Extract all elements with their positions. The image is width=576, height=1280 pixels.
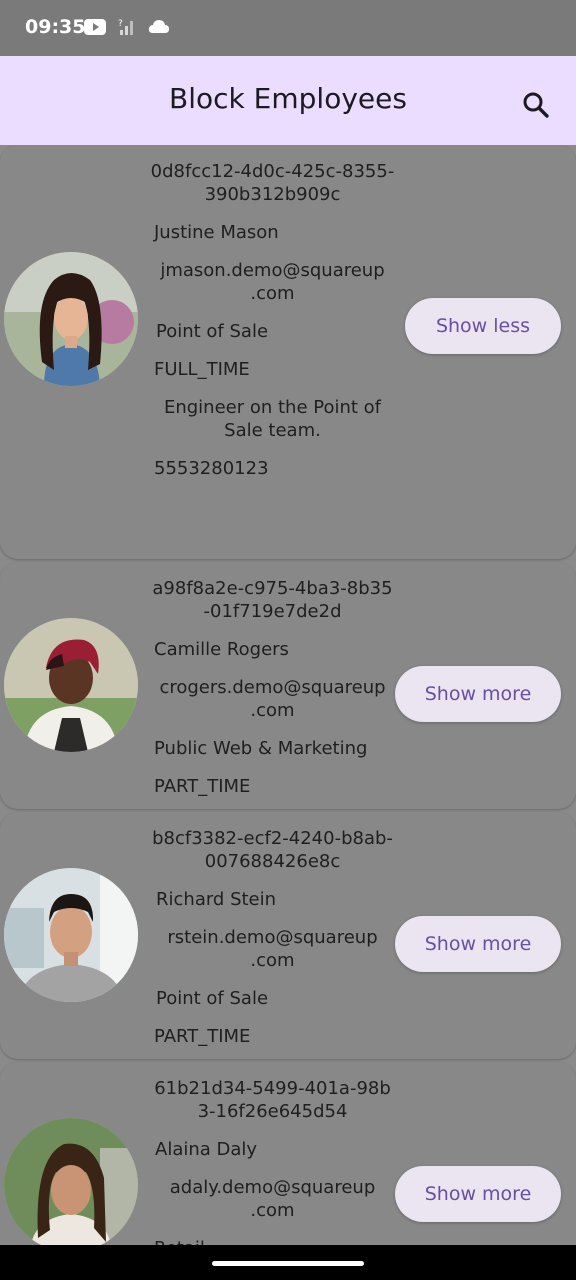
employee-email-line2: .com <box>250 950 295 971</box>
employee-id-line2: 390b312b909c <box>204 184 341 205</box>
employee-id-line1: a98f8a2e-c975-4ba3-8b35 <box>152 578 393 599</box>
status-icons: ? <box>84 18 170 36</box>
avatar <box>4 1118 138 1245</box>
employee-phone: 5553280123 <box>154 458 269 479</box>
employee-email-line2: .com <box>250 283 295 304</box>
employee-name: Justine Mason <box>154 222 279 243</box>
employee-card: a98f8a2e-c975-4ba3-8b35 -01f719e7de2d Ca… <box>0 562 576 809</box>
employee-name: Richard Stein <box>156 889 277 910</box>
show-more-button[interactable]: Show more <box>395 666 561 722</box>
employee-card: b8cf3382-ecf2-4240-b8ab- 007688426e8c Ri… <box>0 812 576 1059</box>
employee-bio-line1: Engineer on the Point of <box>163 397 382 418</box>
employee-type: FULL_TIME <box>154 359 250 380</box>
svg-text:?: ? <box>118 19 123 29</box>
employee-team: Public Web & Marketing <box>154 738 368 759</box>
youtube-icon <box>84 19 106 35</box>
employee-team: Retail <box>150 1237 395 1245</box>
employee-list: 0d8fcc12-4d0c-425c-8355- 390b312b909c Ju… <box>0 145 576 1245</box>
search-icon <box>523 92 549 118</box>
employee-name: Camille Rogers <box>154 639 289 660</box>
cloud-icon <box>148 20 169 33</box>
show-more-button[interactable]: Show more <box>395 916 561 972</box>
employee-bio-line2: Sale team. <box>224 420 321 441</box>
avatar <box>4 252 138 386</box>
employee-card: 0d8fcc12-4d0c-425c-8355- 390b312b909c Ju… <box>0 145 576 559</box>
employee-type: PART_TIME <box>154 776 251 797</box>
employee-type: PART_TIME <box>154 1026 251 1047</box>
employee-email-line1: crogers.demo@squareup <box>159 677 386 698</box>
page-title: Block Employees <box>169 82 407 115</box>
employee-info: b8cf3382-ecf2-4240-b8ab- 007688426e8c Ri… <box>150 827 395 1048</box>
employee-card: 61b21d34-5499-401a-98b 3-16f26e645d54 Al… <box>0 1062 576 1245</box>
employee-info: 0d8fcc12-4d0c-425c-8355- 390b312b909c Ju… <box>150 160 395 480</box>
home-gesture-handle[interactable] <box>212 1261 364 1266</box>
employee-info: 61b21d34-5499-401a-98b 3-16f26e645d54 Al… <box>150 1077 395 1245</box>
employee-team: Point of Sale <box>156 988 269 1009</box>
employee-name: Alaina Daly <box>155 1139 258 1160</box>
app-bar: Block Employees <box>0 56 576 145</box>
status-bar: 09:35 ? <box>0 0 576 56</box>
employee-id-line2: 007688426e8c <box>204 851 341 872</box>
employee-id-line1: 61b21d34-5499-401a-98b <box>154 1078 391 1099</box>
employee-email-line2: .com <box>250 1200 295 1221</box>
employee-id-line1: 0d8fcc12-4d0c-425c-8355- <box>150 161 395 182</box>
signal-icon: ? <box>118 19 133 35</box>
avatar <box>4 618 138 752</box>
employee-info: a98f8a2e-c975-4ba3-8b35 -01f719e7de2d Ca… <box>150 577 395 798</box>
show-more-button[interactable]: Show more <box>395 1166 561 1222</box>
employee-id-line1: b8cf3382-ecf2-4240-b8ab- <box>152 828 393 849</box>
status-time: 09:35 <box>25 16 86 38</box>
employee-team: Point of Sale <box>156 321 269 342</box>
show-less-button[interactable]: Show less <box>405 298 561 354</box>
navigation-bar <box>0 1245 576 1280</box>
avatar <box>4 868 138 1002</box>
search-button[interactable] <box>517 86 555 124</box>
employee-id-line2: 3-16f26e645d54 <box>197 1101 348 1122</box>
employee-email-line1: jmason.demo@squareup <box>160 260 385 281</box>
employee-email-line1: adaly.demo@squareup <box>169 1177 376 1198</box>
employee-id-line2: -01f719e7de2d <box>203 601 342 622</box>
employee-email-line2: .com <box>250 700 295 721</box>
employee-email-line1: rstein.demo@squareup <box>167 927 378 948</box>
